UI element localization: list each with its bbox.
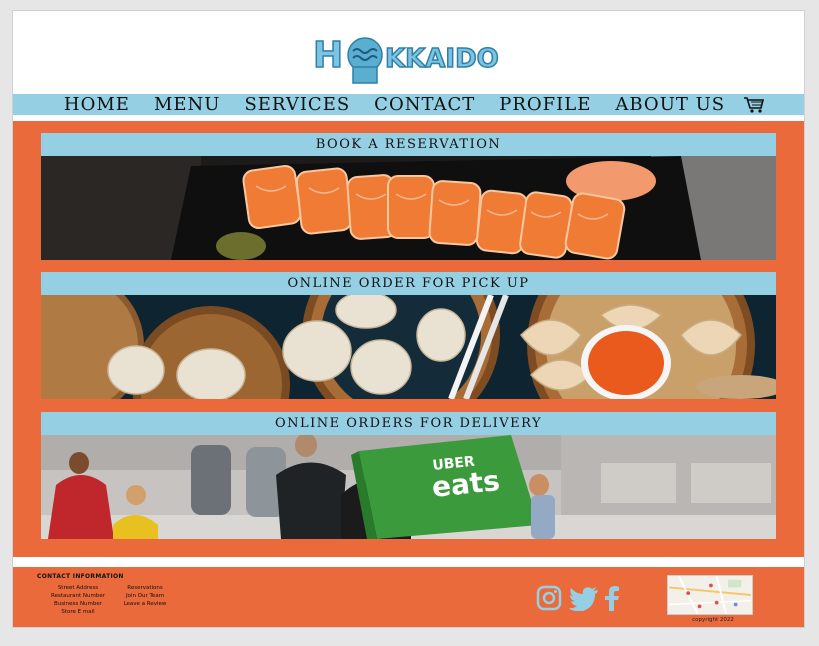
- facebook-icon[interactable]: [603, 585, 621, 611]
- reservations-link[interactable]: Reservations: [121, 584, 169, 592]
- store-email-link[interactable]: Store E mail: [43, 608, 113, 616]
- delivery-order-button[interactable]: ONLINE ORDERS FOR DELIVERY: [41, 412, 776, 435]
- reservation-button[interactable]: BOOK A RESERVATION: [41, 133, 776, 156]
- nav-home[interactable]: HOME: [64, 94, 130, 115]
- join-our-team-link[interactable]: Join Our Team: [121, 592, 169, 600]
- nav-profile[interactable]: PROFILE: [499, 94, 591, 115]
- leave-review-link[interactable]: Leave a Review: [121, 600, 169, 608]
- nav-menu[interactable]: MENU: [154, 94, 221, 115]
- contact-heading: CONTACT INFORMATION: [37, 573, 124, 580]
- cart-icon[interactable]: [743, 96, 765, 114]
- hokkaido-logo[interactable]: H KKAIDO: [313, 29, 508, 87]
- bag-brand-line2: eats: [430, 464, 501, 504]
- pickup-card[interactable]: ONLINE ORDER FOR PICK UP: [0, 231, 786, 464]
- services-section: BOOK A RESERVATION ONLINE ORDER FOR PICK…: [0, 121, 804, 557]
- map-thumbnail[interactable]: [667, 575, 753, 615]
- sushi-photo: [41, 156, 776, 260]
- main-nav: HOME MENU SERVICES CONTACT PROFILE ABOUT…: [13, 94, 804, 115]
- svg-text:KKAIDO: KKAIDO: [385, 44, 499, 74]
- pickup-order-button[interactable]: ONLINE ORDER FOR PICK UP: [41, 272, 776, 295]
- copyright-text: copyright 2022: [692, 617, 734, 623]
- page: H KKAIDO HOME MENU SERVICES CONTACT PROF…: [0, 10, 805, 628]
- contact-column-1: Street Address Restaurant Number Busines…: [43, 584, 113, 616]
- delivery-photo: UBER eats: [41, 433, 776, 539]
- footer: CONTACT INFORMATION Street Address Resta…: [13, 567, 804, 627]
- instagram-icon[interactable]: [536, 585, 562, 611]
- svg-text:H: H: [313, 35, 343, 76]
- business-number-link[interactable]: Business Number: [43, 600, 113, 608]
- nav-contact[interactable]: CONTACT: [374, 94, 475, 115]
- street-address-link[interactable]: Street Address: [43, 584, 113, 592]
- restaurant-number-link[interactable]: Restaurant Number: [43, 592, 113, 600]
- dumplings-photo: [0, 231, 786, 464]
- nav-services[interactable]: SERVICES: [244, 94, 350, 115]
- reservation-card[interactable]: BOOK A RESERVATION: [41, 133, 776, 264]
- contact-column-2: Reservations Join Our Team Leave a Revie…: [121, 584, 169, 608]
- twitter-icon[interactable]: [569, 585, 599, 611]
- nav-about-us[interactable]: ABOUT US: [615, 94, 725, 115]
- delivery-card[interactable]: ONLINE ORDERS FOR DELIVERY UBER eats: [41, 412, 776, 543]
